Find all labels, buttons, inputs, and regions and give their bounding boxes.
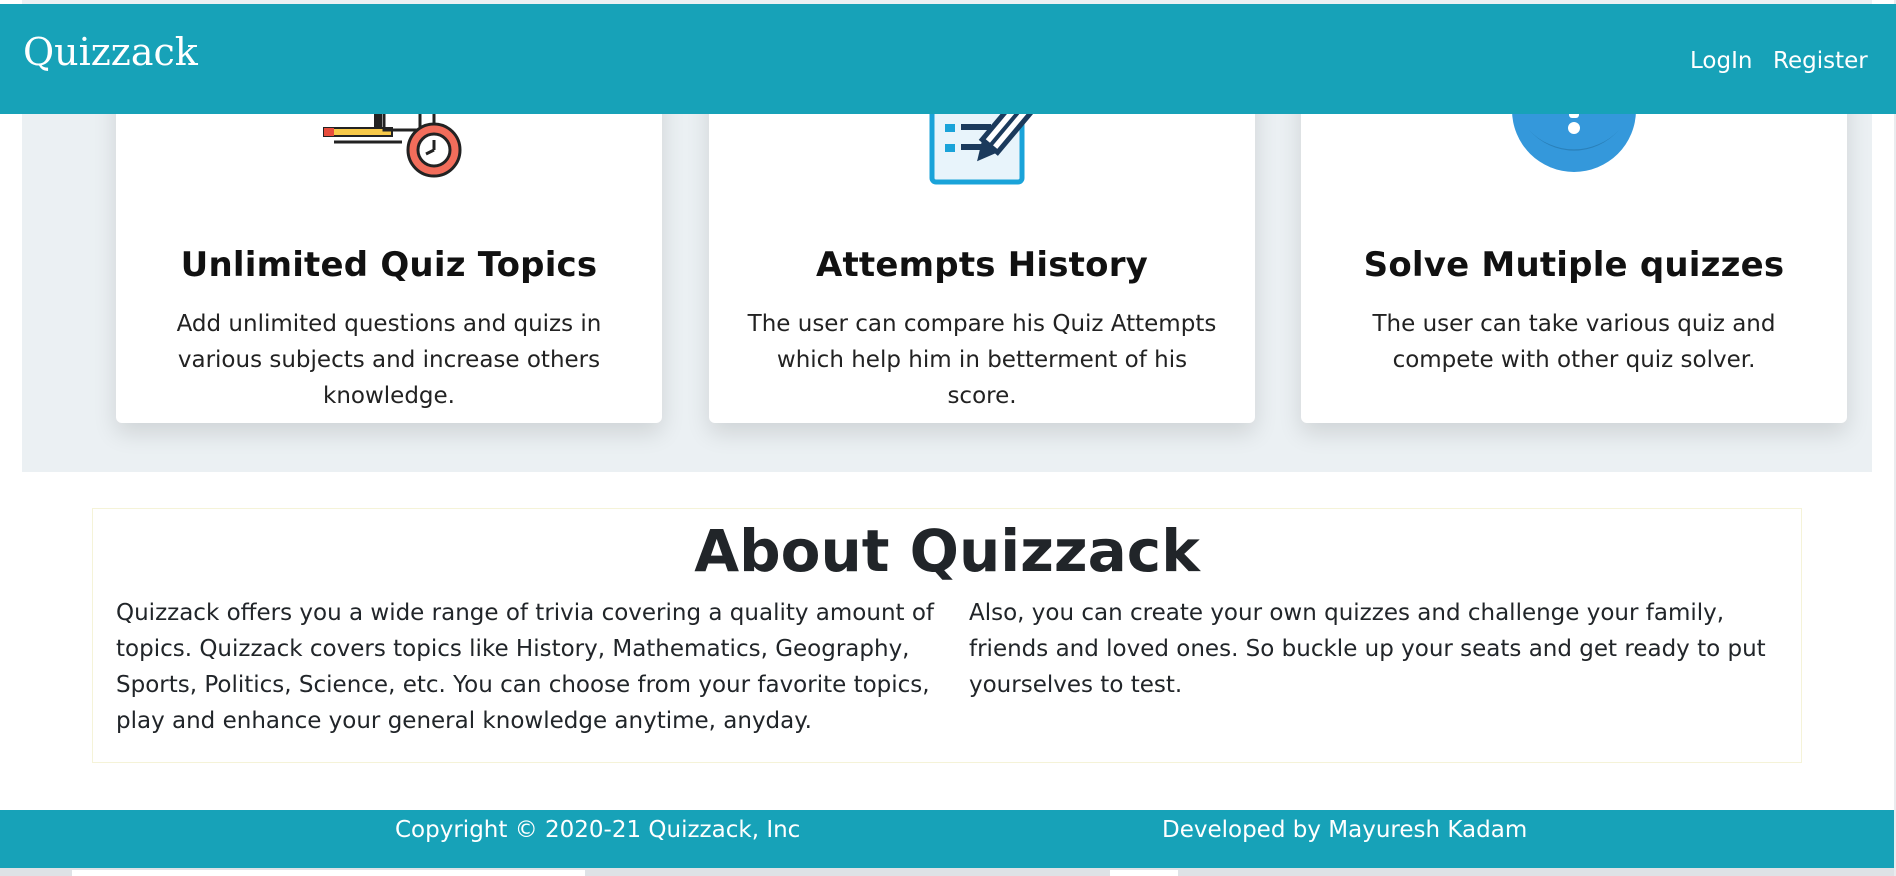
about-text-right: Also, you can create your own quizzes an… — [969, 600, 1766, 698]
footer-copyright: Copyright © 2020-21 Quizzack, Inc — [395, 817, 801, 843]
feature-title: Attempts History — [815, 245, 1149, 285]
feature-card-multiple: Solve Mutiple quizzes The user can take … — [1301, 60, 1847, 423]
scrollbar-segment — [1110, 870, 1178, 876]
brand-logo[interactable]: Quizzack — [23, 30, 198, 74]
feature-title: Solve Mutiple quizzes — [1363, 245, 1785, 285]
feature-description: The user can compare his Quiz Attempts w… — [747, 311, 1217, 409]
feature-description: Add unlimited questions and quizs in var… — [176, 311, 602, 409]
feature-card-topics: Unlimited Quiz Topics Add unlimited ques… — [116, 60, 662, 423]
footer-developer: Developed by Mayuresh Kadam — [1162, 817, 1528, 843]
about-text-left: Quizzack offers you a wide range of triv… — [116, 600, 935, 734]
top-navbar: Quizzack LogIn Register — [0, 4, 1896, 114]
scrollbar-thumb[interactable] — [72, 870, 585, 876]
about-heading: About Quizzack — [694, 517, 1200, 585]
footer: Copyright © 2020-21 Quizzack, Inc Develo… — [0, 810, 1896, 868]
horizontal-scrollbar[interactable] — [0, 868, 1896, 876]
login-link[interactable]: LogIn — [1690, 48, 1752, 74]
feature-title: Unlimited Quiz Topics — [180, 245, 598, 285]
feature-description: The user can take various quiz and compe… — [1372, 311, 1776, 373]
feature-card-history: Attempts History The user can compare hi… — [709, 60, 1255, 423]
register-link[interactable]: Register — [1773, 48, 1868, 74]
about-section: About Quizzack Quizzack offers you a wid… — [92, 508, 1802, 763]
